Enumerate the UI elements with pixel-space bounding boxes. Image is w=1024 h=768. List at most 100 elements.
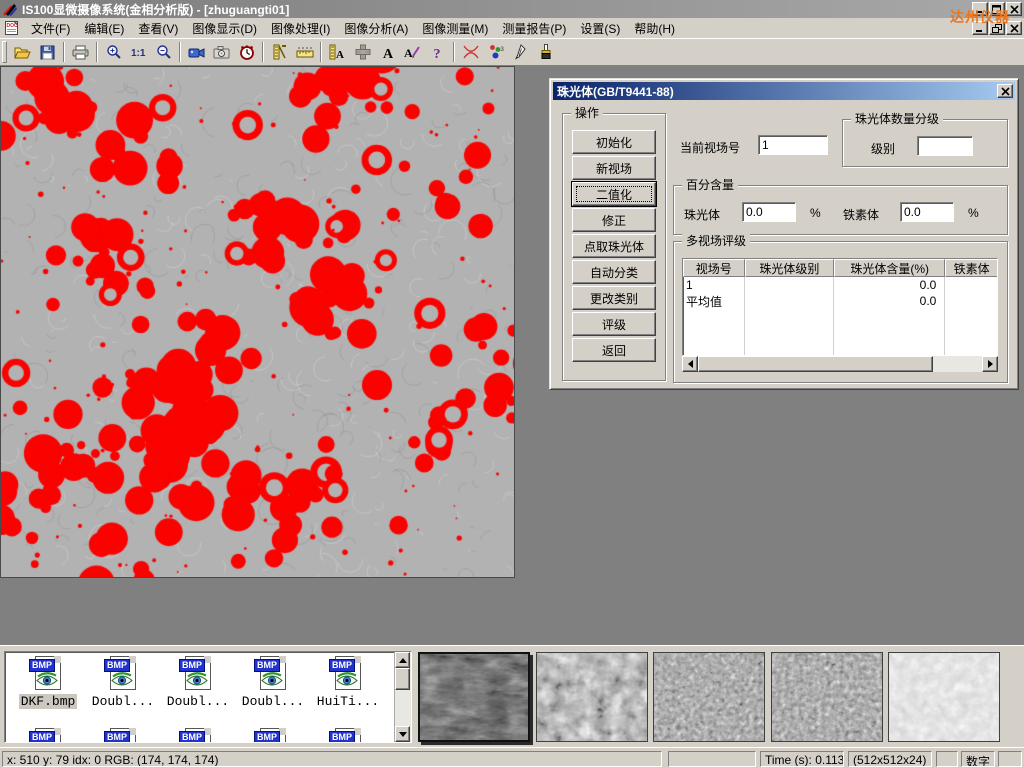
file-name[interactable]: Doubl... xyxy=(240,694,306,709)
current-field-input[interactable] xyxy=(758,135,828,155)
file-item[interactable]: BMP xyxy=(161,728,235,743)
correct-button[interactable]: 修正 xyxy=(572,208,656,232)
document-icon[interactable]: DOC xyxy=(4,20,20,36)
window-title: IS100显微摄像系统(金相分析版) - [zhuguangti01] xyxy=(22,1,289,18)
file-item[interactable]: BMP xyxy=(311,728,385,743)
svg-text:A: A xyxy=(404,46,413,60)
help-icon[interactable]: ? xyxy=(425,41,450,64)
file-item[interactable]: BMP HuiTi... xyxy=(311,656,385,709)
cell-field-no: 1 xyxy=(683,277,745,293)
mdi-workspace: 珠光体(GB/T9441-88) 操作 初始化 新视场 二值化 修正 点取珠光体… xyxy=(0,66,1024,645)
file-name[interactable]: HuiTi... xyxy=(315,694,381,709)
zoom-out-icon[interactable] xyxy=(151,41,176,64)
thumbnail-3[interactable] xyxy=(653,652,765,742)
timer-icon[interactable] xyxy=(234,41,259,64)
pearlite-dialog: 珠光体(GB/T9441-88) 操作 初始化 新视场 二值化 修正 点取珠光体… xyxy=(549,78,1019,390)
file-item[interactable]: BMP Doubl... xyxy=(236,656,310,709)
change-class-button[interactable]: 更改类别 xyxy=(572,286,656,310)
thumbnail-2[interactable] xyxy=(536,652,648,742)
bmp-file-icon: BMP xyxy=(31,656,65,692)
ruler-icon[interactable] xyxy=(292,41,317,64)
table-row[interactable]: 平均值 0.0 xyxy=(683,293,997,309)
ferrite-percent-input[interactable] xyxy=(900,202,954,222)
file-item[interactable]: BMP xyxy=(86,728,160,743)
file-item[interactable]: BMP xyxy=(236,728,310,743)
dialog-title-bar[interactable]: 珠光体(GB/T9441-88) xyxy=(553,82,1015,100)
brush-icon[interactable] xyxy=(533,41,558,64)
pick-pearlite-button[interactable]: 点取珠光体 xyxy=(572,234,656,258)
file-name[interactable]: DKF.bmp xyxy=(19,694,78,709)
file-vscrollbar[interactable] xyxy=(394,652,411,742)
status-time: Time (s): 0.113 xyxy=(760,751,844,767)
menu-image-process[interactable]: 图像处理(I) xyxy=(264,18,337,39)
col-pearlite-grade[interactable]: 珠光体级别 xyxy=(745,259,834,277)
return-button[interactable]: 返回 xyxy=(572,338,656,362)
file-item[interactable]: BMP Doubl... xyxy=(161,656,235,709)
scroll-thumb[interactable] xyxy=(395,668,410,690)
scroll-down-icon[interactable] xyxy=(395,726,410,742)
rate-button[interactable]: 评级 xyxy=(572,312,656,336)
pearlite-percent-input[interactable] xyxy=(742,202,796,222)
measure-text-icon[interactable]: A xyxy=(325,41,350,64)
file-name[interactable]: Doubl... xyxy=(90,694,156,709)
metallograph-image[interactable] xyxy=(0,66,515,578)
open-icon[interactable] xyxy=(10,41,35,64)
svg-text:DOC: DOC xyxy=(7,23,19,29)
status-bar: x: 510 y: 79 idx: 0 RGB: (174, 174, 174)… xyxy=(0,747,1024,768)
save-icon[interactable] xyxy=(35,41,60,64)
binarize-button[interactable]: 二值化 xyxy=(572,182,656,206)
table-hscrollbar[interactable] xyxy=(682,356,998,372)
grade-input[interactable] xyxy=(917,136,973,156)
scroll-left-icon[interactable] xyxy=(682,356,698,372)
rating-group-label: 多视场评级 xyxy=(682,234,750,248)
menu-edit[interactable]: 编辑(E) xyxy=(77,18,131,39)
table-row[interactable]: 1 0.0 xyxy=(683,277,997,293)
menu-image-measure[interactable]: 图像测量(M) xyxy=(415,18,495,39)
init-button[interactable]: 初始化 xyxy=(572,130,656,154)
menu-image-analysis[interactable]: 图像分析(A) xyxy=(337,18,415,39)
scroll-right-icon[interactable] xyxy=(982,356,998,372)
actual-size-icon[interactable]: 1:1 xyxy=(126,41,151,64)
capture-icon[interactable] xyxy=(209,41,234,64)
text-icon[interactable]: A xyxy=(375,41,400,64)
toolbar-grip[interactable] xyxy=(2,41,7,63)
file-browser[interactable]: BMP DKF.bmp BMP Doubl... BMP xyxy=(4,651,412,743)
thumbnail-5[interactable] xyxy=(888,652,1000,742)
eye-icon xyxy=(36,672,58,687)
file-item[interactable]: BMP xyxy=(11,728,85,743)
scroll-thumb[interactable] xyxy=(698,356,933,372)
status-spare-1 xyxy=(668,751,756,767)
pen-icon[interactable] xyxy=(508,41,533,64)
video-camera-icon[interactable] xyxy=(184,41,209,64)
zoom-in-icon[interactable] xyxy=(101,41,126,64)
pearlite-label: 珠光体 xyxy=(684,206,720,223)
print-icon[interactable] xyxy=(68,41,93,64)
annotate-icon[interactable]: A xyxy=(400,41,425,64)
thumbnail-4[interactable] xyxy=(771,652,883,742)
file-item[interactable]: BMP DKF.bmp xyxy=(11,656,85,709)
dialog-close-icon[interactable] xyxy=(997,84,1013,98)
grid-icon[interactable] xyxy=(350,41,375,64)
menu-view[interactable]: 查看(V) xyxy=(131,18,185,39)
classify-points-icon[interactable]: 3 xyxy=(483,41,508,64)
col-ferrite[interactable]: 铁素体 xyxy=(945,259,997,277)
bmp-badge: BMP xyxy=(254,731,280,743)
scroll-up-icon[interactable] xyxy=(395,652,410,668)
thumbnail-1[interactable] xyxy=(418,652,530,742)
file-item[interactable]: BMP Doubl... xyxy=(86,656,160,709)
menu-file[interactable]: 文件(F) xyxy=(24,18,77,39)
caliper-icon[interactable] xyxy=(267,41,292,64)
menu-settings[interactable]: 设置(S) xyxy=(573,18,627,39)
menu-measure-report[interactable]: 测量报告(P) xyxy=(495,18,573,39)
curve-icon[interactable] xyxy=(458,41,483,64)
toolbar-separator xyxy=(179,42,181,62)
rating-table[interactable]: 视场号 珠光体级别 珠光体含量(%) 铁素体 1 0.0 平均值 xyxy=(682,258,998,356)
menu-image-display[interactable]: 图像显示(D) xyxy=(185,18,264,39)
col-pearlite-content[interactable]: 珠光体含量(%) xyxy=(834,259,945,277)
new-field-button[interactable]: 新视场 xyxy=(572,156,656,180)
menu-help[interactable]: 帮助(H) xyxy=(627,18,682,39)
pearlite-percent-sign: % xyxy=(810,206,821,220)
auto-classify-button[interactable]: 自动分类 xyxy=(572,260,656,284)
file-name[interactable]: Doubl... xyxy=(165,694,231,709)
col-field-no[interactable]: 视场号 xyxy=(683,259,745,277)
